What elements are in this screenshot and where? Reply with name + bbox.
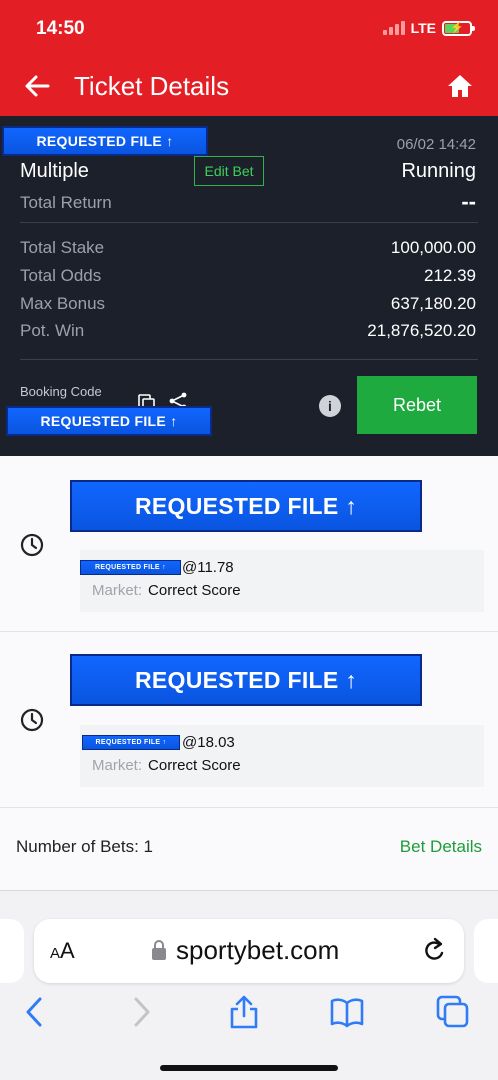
- ticket-summary: REQUESTED FILE ↑ 06/02 14:42 Multiple Ed…: [0, 116, 498, 456]
- total-odds-label: Total Odds: [20, 266, 102, 285]
- divider: [20, 359, 478, 360]
- back-chevron-icon[interactable]: [18, 995, 52, 1029]
- address-bar[interactable]: AA sportybet.com: [34, 919, 464, 983]
- market-value: Correct Score: [148, 582, 241, 599]
- reload-icon[interactable]: [420, 936, 448, 966]
- number-of-bets: Number of Bets: 1: [16, 837, 154, 856]
- network-label: LTE: [410, 20, 436, 36]
- bet-details-link[interactable]: Bet Details: [400, 837, 482, 857]
- max-bonus-label: Max Bonus: [20, 294, 106, 313]
- page-title: Ticket Details: [74, 71, 230, 101]
- booking-code-badge: REQUESTED FILE ↑: [6, 406, 212, 436]
- status-indicators: LTE ⚡: [382, 20, 475, 36]
- edit-bet-button[interactable]: Edit Bet: [194, 156, 264, 186]
- selection-small-badge: REQUESTED FILE ↑: [80, 560, 181, 575]
- share-box-icon[interactable]: [227, 995, 261, 1029]
- total-return-value: --: [461, 189, 476, 214]
- list-item: REQUESTED FILE ↑ REQUESTED FILE ↑ @18.03…: [0, 632, 498, 807]
- app-header: Ticket Details: [0, 56, 498, 116]
- signal-icon: [382, 21, 405, 35]
- market-value: Correct Score: [148, 757, 241, 774]
- requested-file-badge: REQUESTED FILE ↑: [2, 126, 208, 156]
- market-label: Market:: [92, 582, 143, 599]
- aa-small: A: [50, 945, 61, 962]
- back-arrow-icon[interactable]: [22, 71, 52, 101]
- charging-bolt-icon: ⚡: [450, 21, 464, 34]
- bookmarks-icon[interactable]: [330, 995, 364, 1029]
- url-text[interactable]: sportybet.com: [176, 935, 339, 966]
- selection-requested-badge: REQUESTED FILE ↑: [70, 480, 422, 532]
- aa-big: A: [60, 938, 75, 963]
- info-icon[interactable]: i: [319, 395, 341, 417]
- booking-code-label: Booking Code: [20, 384, 102, 399]
- status-time: 14:50: [36, 18, 85, 39]
- total-stake-label: Total Stake: [20, 238, 105, 257]
- row-divider: [0, 807, 498, 808]
- clock-icon: [20, 708, 44, 732]
- reader-settings-button[interactable]: AA: [50, 938, 75, 964]
- total-odds-value: 212.39: [424, 266, 476, 285]
- selection-odds: @18.03: [182, 734, 235, 751]
- status-bar: 14:50 LTE ⚡: [0, 0, 498, 56]
- selection-odds: @11.78: [182, 559, 234, 576]
- selections-list: REQUESTED FILE ↑ REQUESTED FILE ↑ @11.78…: [0, 456, 498, 890]
- tabs-icon[interactable]: [436, 995, 470, 1029]
- next-tab-preview[interactable]: [474, 919, 498, 983]
- max-bonus-value: 637,180.20: [390, 294, 476, 313]
- previous-tab-preview[interactable]: [0, 919, 24, 983]
- rebet-button[interactable]: Rebet: [357, 376, 477, 434]
- divider: [20, 222, 478, 223]
- ticket-date: 06/02 14:42: [396, 136, 476, 153]
- total-stake-value: 100,000.00: [390, 238, 476, 257]
- home-icon[interactable]: [446, 72, 474, 100]
- selection-requested-badge: REQUESTED FILE ↑: [70, 654, 422, 706]
- home-indicator: [160, 1065, 338, 1071]
- pot-win-value: 21,876,520.20: [367, 321, 476, 340]
- battery-icon: ⚡: [442, 20, 475, 36]
- forward-chevron-icon[interactable]: [124, 995, 158, 1029]
- bet-type: Multiple: [20, 160, 89, 182]
- pot-win-label: Pot. Win: [20, 321, 85, 340]
- clock-icon: [20, 533, 44, 557]
- selection-market: Market: Correct Score: [92, 757, 241, 774]
- total-return-label: Total Return: [20, 193, 112, 212]
- lock-icon: [152, 940, 166, 960]
- market-label: Market:: [92, 757, 143, 774]
- selection-market: Market: Correct Score: [92, 582, 241, 599]
- list-item: REQUESTED FILE ↑ REQUESTED FILE ↑ @11.78…: [0, 456, 498, 631]
- selection-small-badge: REQUESTED FILE ↑: [82, 735, 180, 750]
- browser-toolbar: AA sportybet.com: [0, 890, 498, 1080]
- bet-status: Running: [401, 160, 476, 182]
